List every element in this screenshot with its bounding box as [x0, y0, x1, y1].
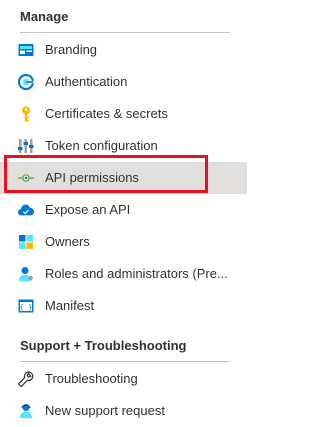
- nav-item-certificates-secrets[interactable]: Certificates & secrets: [0, 98, 247, 130]
- section-title-support: Support + Troubleshooting: [20, 338, 187, 353]
- nav-item-api-permissions[interactable]: API permissions: [0, 162, 247, 194]
- section-divider: [20, 361, 230, 362]
- nav-item-label: Certificates & secrets: [45, 106, 168, 121]
- nav-item-new-support-request[interactable]: New support request: [0, 395, 247, 427]
- nav-item-label: API permissions: [45, 170, 139, 185]
- nav-item-label: Token configuration: [45, 138, 158, 153]
- svg-text:{ }: { }: [20, 304, 33, 312]
- nav-item-authentication[interactable]: Authentication: [0, 66, 247, 98]
- section-title-manage: Manage: [20, 9, 69, 24]
- nav-item-roles-and-administrators[interactable]: Roles and administrators (Pre...: [0, 258, 247, 290]
- wrench-icon: [18, 371, 34, 387]
- nav-item-expose-an-api[interactable]: Expose an API: [0, 194, 247, 226]
- nav-item-label: Owners: [45, 234, 90, 249]
- nav-item-label: New support request: [45, 403, 165, 418]
- authentication-icon: [18, 74, 34, 90]
- token-configuration-icon: [18, 138, 34, 154]
- owners-icon: [18, 234, 34, 250]
- support-person-icon: [18, 403, 34, 419]
- nav-item-troubleshooting[interactable]: Troubleshooting: [0, 363, 247, 395]
- nav-item-token-configuration[interactable]: Token configuration: [0, 130, 247, 162]
- section-divider: [20, 32, 230, 33]
- key-icon: [18, 106, 34, 122]
- nav-item-label: Roles and administrators (Pre...: [45, 266, 228, 281]
- nav-item-label: Troubleshooting: [45, 371, 138, 386]
- nav-item-label: Branding: [45, 42, 98, 57]
- nav-item-label: Manifest: [45, 298, 95, 313]
- api-permissions-icon: [18, 170, 34, 186]
- nav-item-label: Authentication: [45, 74, 128, 89]
- cloud-icon: [18, 202, 34, 218]
- branding-icon: [18, 42, 34, 58]
- nav-item-manifest[interactable]: { } Manifest: [0, 290, 247, 322]
- nav-item-branding[interactable]: Branding: [0, 34, 247, 66]
- nav-item-owners[interactable]: Owners: [0, 226, 247, 258]
- nav-item-label: Expose an API: [45, 202, 131, 217]
- manifest-icon: { }: [18, 298, 34, 314]
- user-role-icon: [18, 266, 34, 282]
